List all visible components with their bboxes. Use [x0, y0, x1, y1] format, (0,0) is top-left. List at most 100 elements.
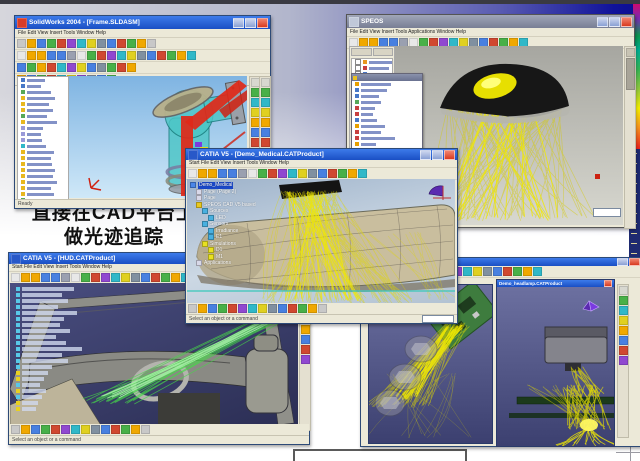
toolbar-icon[interactable]	[288, 169, 297, 178]
titlebar[interactable]: SPEOS	[347, 15, 634, 28]
toolbar-icon[interactable]	[17, 39, 26, 48]
toolbar-icon[interactable]	[208, 169, 217, 178]
toolbar-icon[interactable]	[151, 273, 160, 282]
toolbar-icon[interactable]	[97, 51, 106, 60]
speos-tree-palette[interactable]	[351, 73, 423, 157]
toolbar-icon[interactable]	[21, 425, 30, 434]
toolbar-icon[interactable]	[87, 51, 96, 60]
toolbar-icon[interactable]	[67, 51, 76, 60]
value-input[interactable]	[593, 208, 621, 217]
coordinate-field[interactable]	[422, 315, 454, 323]
toolbar-icon[interactable]	[188, 169, 197, 178]
toolbar-icon[interactable]	[198, 304, 207, 313]
toolbar-icon[interactable]	[81, 273, 90, 282]
tool-icon[interactable]	[261, 118, 270, 127]
toolbar-icon[interactable]	[161, 273, 170, 282]
catia-tree[interactable]: Demo_Medical Page (Page 2) Page SPEOS CA…	[190, 182, 256, 267]
toolbar-icon[interactable]	[37, 39, 46, 48]
window-buttons[interactable]	[597, 17, 632, 27]
tree-row[interactable]	[13, 406, 103, 412]
toolbar-icon[interactable]	[101, 273, 110, 282]
toolbar-icon[interactable]	[141, 425, 150, 434]
toolbar-icon[interactable]	[61, 273, 70, 282]
toolbar-icon[interactable]	[47, 51, 56, 60]
toolbar-icon[interactable]	[37, 51, 46, 60]
toolbar-icon[interactable]	[228, 169, 237, 178]
tool-icon[interactable]	[619, 336, 628, 345]
right-toolbar[interactable]	[617, 284, 629, 438]
toolbar-icon[interactable]	[228, 304, 237, 313]
toolbar-icon[interactable]	[268, 169, 277, 178]
toolbar-icon[interactable]	[131, 273, 140, 282]
toolbar-icon[interactable]	[117, 63, 126, 72]
toolbar-icon[interactable]	[308, 304, 317, 313]
toolbar-icon[interactable]	[493, 267, 502, 276]
toolbar-icon[interactable]	[11, 273, 20, 282]
toolbar-icon[interactable]	[157, 51, 166, 60]
toolbar-features[interactable]	[15, 50, 270, 62]
toolbar-icon[interactable]	[473, 267, 482, 276]
toolbar-icon[interactable]	[167, 51, 176, 60]
window-buttons[interactable]	[420, 150, 455, 160]
toolbar-icon[interactable]	[27, 39, 36, 48]
toolbar-icon[interactable]	[278, 169, 287, 178]
tool-icon[interactable]	[619, 306, 628, 315]
tool-icon[interactable]	[261, 108, 270, 117]
toolbar-icon[interactable]	[117, 51, 126, 60]
tool-icon[interactable]	[619, 326, 628, 335]
toolbar-icon[interactable]	[51, 425, 60, 434]
tool-icon[interactable]	[261, 88, 270, 97]
toolbar-icon[interactable]	[147, 39, 156, 48]
toolbar-icon[interactable]	[248, 169, 257, 178]
child-titlebar[interactable]: Demo_headlamp.CATProduct	[497, 280, 614, 287]
toolbar-icon[interactable]	[57, 63, 66, 72]
toolbar-icon[interactable]	[61, 425, 70, 434]
toolbar-icon[interactable]	[91, 273, 100, 282]
toolbar-icon[interactable]	[111, 273, 120, 282]
toolbar-icon[interactable]	[338, 169, 347, 178]
toolbar-icon[interactable]	[21, 273, 30, 282]
toolbar-standard[interactable]	[15, 38, 270, 50]
scroll-up-icon[interactable]	[626, 48, 635, 57]
tool-icon[interactable]	[261, 78, 270, 87]
projector-viewport[interactable]	[497, 287, 614, 446]
toolbar-icon[interactable]	[218, 169, 227, 178]
toolbar-icon[interactable]	[101, 425, 110, 434]
toolbar-icon[interactable]	[107, 63, 116, 72]
close-icon[interactable]	[604, 280, 612, 287]
toolbar-icon[interactable]	[71, 273, 80, 282]
tool-icon[interactable]	[619, 346, 628, 355]
toolbar-icon[interactable]	[31, 425, 40, 434]
toolbar-icon[interactable]	[97, 63, 106, 72]
compass-icon[interactable]	[583, 301, 599, 311]
toolbar-icon[interactable]	[107, 51, 116, 60]
tool-icon[interactable]	[301, 325, 310, 334]
toolbar-icon[interactable]	[147, 51, 156, 60]
toolbar-icon[interactable]	[198, 169, 207, 178]
toolbar-icon[interactable]	[27, 63, 36, 72]
tool-icon[interactable]	[301, 335, 310, 344]
palette-titlebar[interactable]	[352, 74, 422, 81]
tool-icon[interactable]	[301, 345, 310, 354]
toolbar-icon[interactable]	[483, 267, 492, 276]
toolbar-icon[interactable]	[67, 39, 76, 48]
toolbar-icon[interactable]	[513, 267, 522, 276]
toolbar-icon[interactable]	[11, 425, 20, 434]
toolbar-view[interactable]	[15, 62, 270, 74]
toolbar-icon[interactable]	[127, 39, 136, 48]
toolbar-icon[interactable]	[51, 273, 60, 282]
toolbar-icon[interactable]	[57, 51, 66, 60]
toolbar-icon[interactable]	[97, 39, 106, 48]
toolbar-icon[interactable]	[41, 425, 50, 434]
menubar[interactable]: File Edit View Insert Tools Window Help	[15, 29, 270, 38]
toolbar-icon[interactable]	[298, 304, 307, 313]
toolbar-icon[interactable]	[308, 169, 317, 178]
toolbar-icon[interactable]	[111, 425, 120, 434]
toolbar-icon[interactable]	[171, 273, 180, 282]
toolbar-icon[interactable]	[288, 304, 297, 313]
toolbar-icon[interactable]	[318, 304, 327, 313]
toolbar-icon[interactable]	[188, 304, 197, 313]
toolbar-icon[interactable]	[278, 304, 287, 313]
toolbar-icon[interactable]	[17, 63, 26, 72]
toolbar-icon[interactable]	[131, 425, 140, 434]
